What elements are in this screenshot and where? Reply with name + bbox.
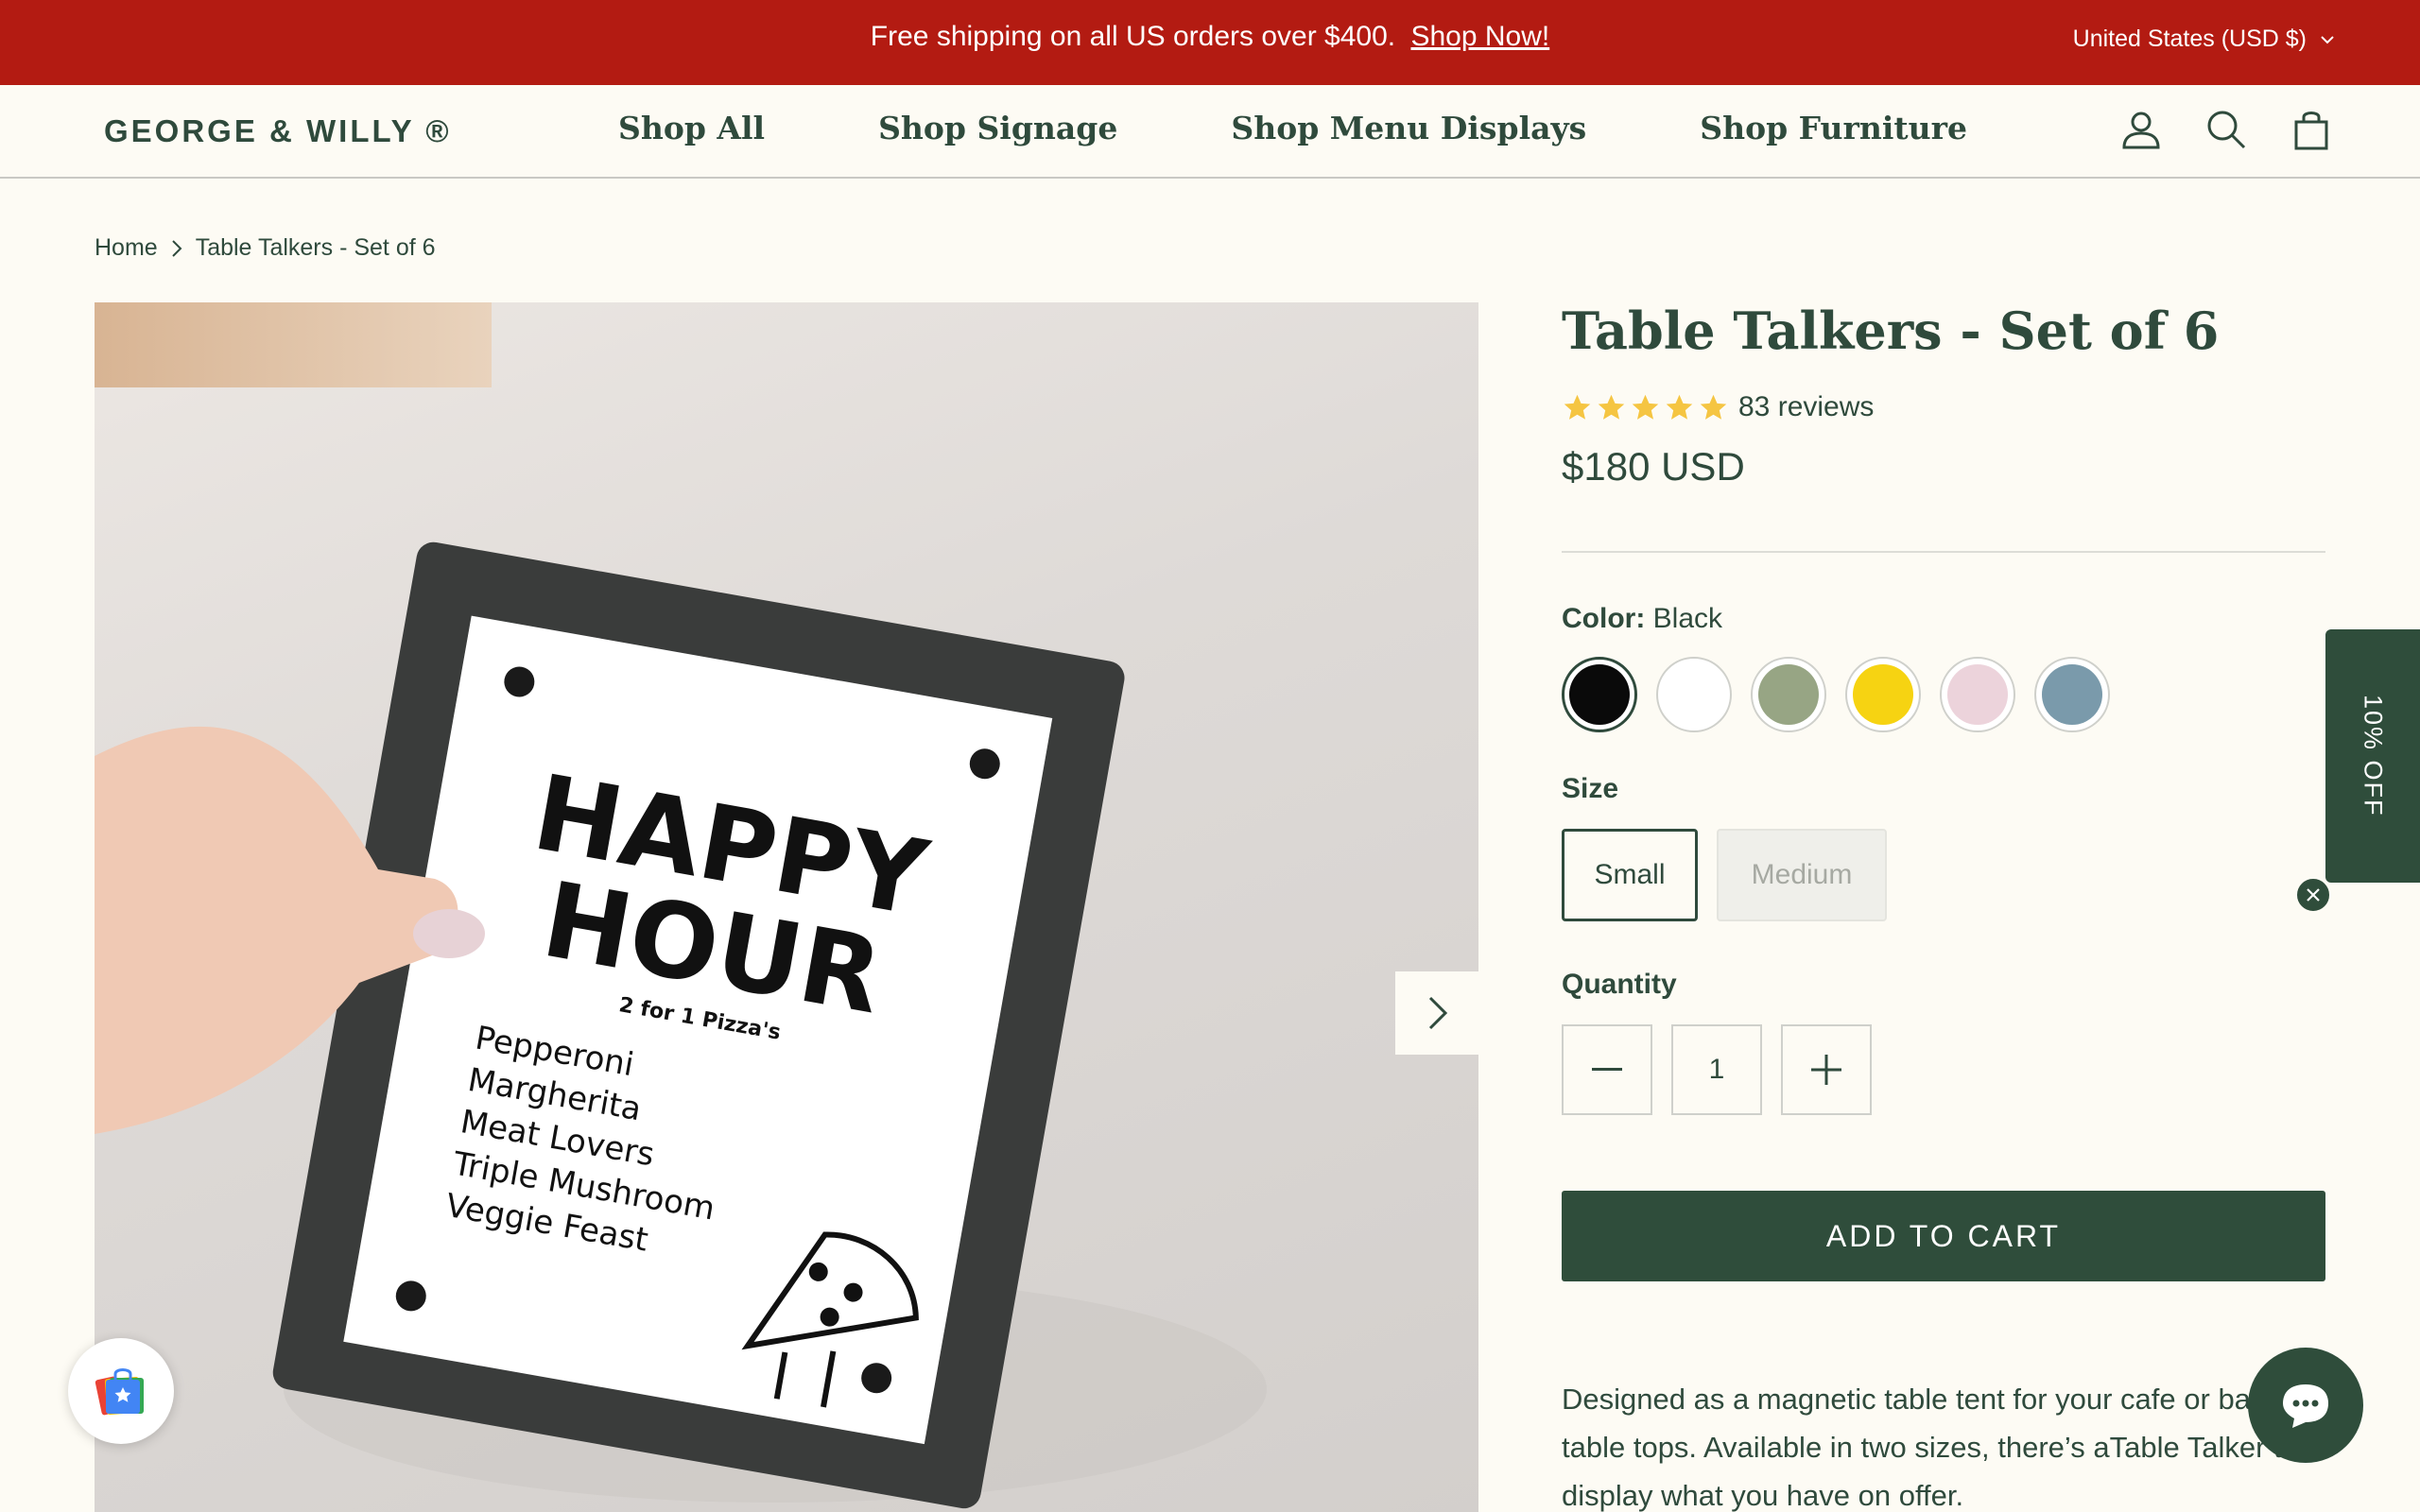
breadcrumb-home[interactable]: Home xyxy=(95,234,158,262)
cart-icon[interactable] xyxy=(2290,108,2333,151)
star-icon xyxy=(1632,394,1659,420)
quantity-decrease-button[interactable] xyxy=(1562,1024,1652,1115)
star-icon xyxy=(1598,394,1625,420)
size-small-button[interactable]: Small xyxy=(1562,829,1698,921)
product-title: Table Talkers - Set of 6 xyxy=(1562,301,2220,361)
nav-shop-all[interactable]: Shop All xyxy=(618,110,765,146)
product-info: Table Talkers - Set of 6 83 reviews $180… xyxy=(1562,293,2325,490)
color-swatches xyxy=(1562,657,2110,732)
account-icon[interactable] xyxy=(2119,108,2163,151)
quantity-increase-button[interactable] xyxy=(1781,1024,1872,1115)
discount-tab-label: 10% OFF xyxy=(2359,695,2388,817)
minus-icon xyxy=(1592,1068,1622,1071)
color-label: Color: Black xyxy=(1562,603,1722,635)
announcement-bar: Free shipping on all US orders over $400… xyxy=(0,0,2420,85)
shopping-bag-star-icon xyxy=(95,1368,144,1416)
quantity-stepper: 1 xyxy=(1562,1024,1872,1115)
swatch-pink-fill xyxy=(1947,664,2008,725)
announcement-text: Free shipping on all US orders over $400… xyxy=(870,21,1396,52)
currency-selector[interactable]: United States (USD $) xyxy=(2073,26,2335,53)
site-logo[interactable]: GEORGE & WILLY ® xyxy=(104,113,452,149)
main-nav: Shop All Shop Signage Shop Menu Displays… xyxy=(618,110,1967,146)
breadcrumb-current: Table Talkers - Set of 6 xyxy=(195,234,436,261)
product-rating[interactable]: 83 reviews xyxy=(1562,391,2325,423)
nav-shop-furniture[interactable]: Shop Furniture xyxy=(1700,110,1967,146)
size-medium-button[interactable]: Medium xyxy=(1717,829,1887,921)
shop-now-link[interactable]: Shop Now! xyxy=(1410,21,1549,52)
close-icon xyxy=(2307,888,2320,902)
nav-shop-menu-displays[interactable]: Shop Menu Displays xyxy=(1231,110,1586,146)
discount-close-button[interactable] xyxy=(2295,877,2331,913)
chevron-right-icon xyxy=(1428,996,1448,1030)
swatch-pink[interactable] xyxy=(1940,657,2015,732)
star-icon xyxy=(1564,394,1591,420)
swatch-black[interactable] xyxy=(1562,657,1637,732)
chevron-down-icon xyxy=(2321,35,2334,43)
breadcrumb: Home Table Talkers - Set of 6 xyxy=(95,234,436,262)
nav-shop-signage[interactable]: Shop Signage xyxy=(878,110,1117,146)
swatch-yellow-fill xyxy=(1853,664,1913,725)
swatch-white-fill xyxy=(1664,664,1724,725)
site-header: GEORGE & WILLY ® Shop All Shop Signage S… xyxy=(0,85,2420,179)
swatch-blue[interactable] xyxy=(2034,657,2110,732)
chevron-right-icon xyxy=(171,239,182,257)
divider xyxy=(1562,551,2325,553)
search-icon[interactable] xyxy=(2204,108,2248,151)
chat-icon xyxy=(2283,1384,2328,1428)
color-label-title: Color: xyxy=(1562,603,1646,634)
swatch-sage-fill xyxy=(1758,664,1819,725)
review-count[interactable]: 83 reviews xyxy=(1738,391,1874,423)
star-icon xyxy=(1666,394,1693,420)
swatch-yellow[interactable] xyxy=(1845,657,1921,732)
swatch-sage[interactable] xyxy=(1751,657,1826,732)
chat-button[interactable] xyxy=(2248,1348,2363,1463)
swatch-white[interactable] xyxy=(1656,657,1732,732)
currency-label: United States (USD $) xyxy=(2072,26,2307,52)
swatch-black-fill xyxy=(1569,664,1630,725)
color-label-value: Black xyxy=(1652,603,1723,634)
quantity-label: Quantity xyxy=(1562,969,1677,1000)
shop-app-badge[interactable] xyxy=(68,1338,174,1444)
add-to-cart-button[interactable]: ADD TO CART xyxy=(1562,1191,2325,1281)
announcement-message: Free shipping on all US orders over $400… xyxy=(0,21,2420,53)
plus-icon xyxy=(1811,1055,1841,1085)
discount-tab[interactable]: 10% OFF xyxy=(2325,629,2420,883)
product-price: $180 USD xyxy=(1562,444,1745,489)
header-actions xyxy=(2119,108,2333,151)
size-options: Small Medium xyxy=(1562,829,1887,921)
gallery-next-button[interactable] xyxy=(1395,971,1478,1055)
star-icon xyxy=(1700,394,1727,420)
size-label: Size xyxy=(1562,773,1619,804)
rating-stars xyxy=(1562,392,1729,423)
product-description: Designed as a magnetic table tent for yo… xyxy=(1562,1383,2298,1512)
product-image[interactable]: HAPPY HOUR 2 for 1 Pizza's Pepperoni Mar… xyxy=(95,302,1478,1512)
swatch-blue-fill xyxy=(2042,664,2102,725)
product-photo: HAPPY HOUR 2 for 1 Pizza's Pepperoni Mar… xyxy=(95,541,1267,1509)
quantity-input[interactable]: 1 xyxy=(1671,1024,1762,1115)
